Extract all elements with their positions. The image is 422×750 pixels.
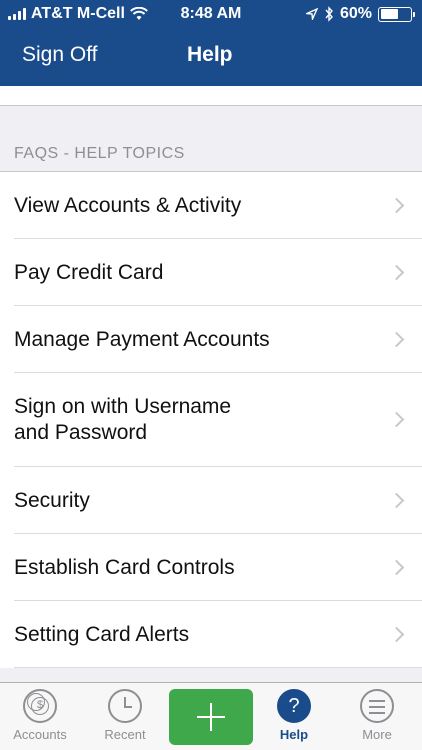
chevron-right-icon (388, 411, 405, 428)
clock-icon (108, 689, 142, 723)
chevron-right-icon (388, 197, 405, 213)
status-bar: AT&T M-Cell 8:48 AM 60% (0, 0, 422, 30)
faq-item-view-accounts[interactable]: View Accounts & Activity (0, 172, 422, 239)
section-header: FAQS - HELP TOPICS (0, 106, 422, 172)
menu-icon (360, 689, 394, 723)
help-content[interactable]: FAQS - HELP TOPICS View Accounts & Activ… (0, 86, 422, 682)
faq-item-label: Establish Card Controls (14, 555, 235, 579)
faq-item-label: Sign on with Username and Password (14, 395, 232, 444)
faq-item-sign-on[interactable]: Sign on with Username and Password (0, 373, 422, 467)
add-button[interactable] (169, 689, 253, 745)
chevron-right-icon (388, 264, 405, 280)
chevron-right-icon (388, 331, 405, 347)
tab-label: More (362, 727, 392, 742)
faq-item-card-controls[interactable]: Establish Card Controls (0, 534, 422, 601)
faq-item-label: Manage Payment Accounts (14, 327, 270, 351)
accounts-icon: $ (23, 689, 57, 723)
faq-item-label: Security (14, 488, 90, 512)
faq-item-label: View Accounts & Activity (14, 193, 242, 217)
help-icon: ? (277, 689, 311, 723)
page-title: Help (187, 43, 233, 66)
chevron-right-icon (388, 492, 405, 508)
tab-label: Accounts (13, 727, 67, 742)
faq-item-card-alerts[interactable]: Setting Card Alerts (0, 601, 422, 668)
faq-item-manage-payment-accounts[interactable]: Manage Payment Accounts (0, 306, 422, 373)
tab-accounts[interactable]: $ Accounts (5, 689, 75, 742)
tab-label: Help (279, 727, 309, 742)
tab-recent[interactable]: Recent (90, 689, 160, 742)
tab-bar: $ Accounts Recent ? Help More (0, 682, 422, 750)
tab-more[interactable]: More (342, 689, 412, 742)
app-header: AT&T M-Cell 8:48 AM 60% Sign Off Help (0, 0, 422, 86)
bluetooth-icon (325, 6, 333, 22)
faq-item-pay-credit-card[interactable]: Pay Credit Card (0, 239, 422, 306)
chevron-right-icon (388, 559, 405, 575)
chevron-right-icon (388, 626, 405, 642)
location-icon (305, 8, 318, 20)
sign-off-button[interactable]: Sign Off (22, 43, 98, 67)
top-divider (0, 86, 422, 106)
faq-item-label: Setting Card Alerts (14, 622, 190, 646)
tab-label: Recent (104, 727, 146, 742)
faq-list: View Accounts & Activity Pay Credit Card… (0, 172, 422, 668)
status-right: 60% (305, 5, 415, 23)
battery-icon (378, 6, 415, 22)
faq-item-security[interactable]: Security (0, 467, 422, 534)
tab-help[interactable]: ? Help (259, 689, 329, 742)
faq-item-label: Pay Credit Card (14, 260, 164, 284)
battery-percent: 60% (339, 5, 372, 22)
